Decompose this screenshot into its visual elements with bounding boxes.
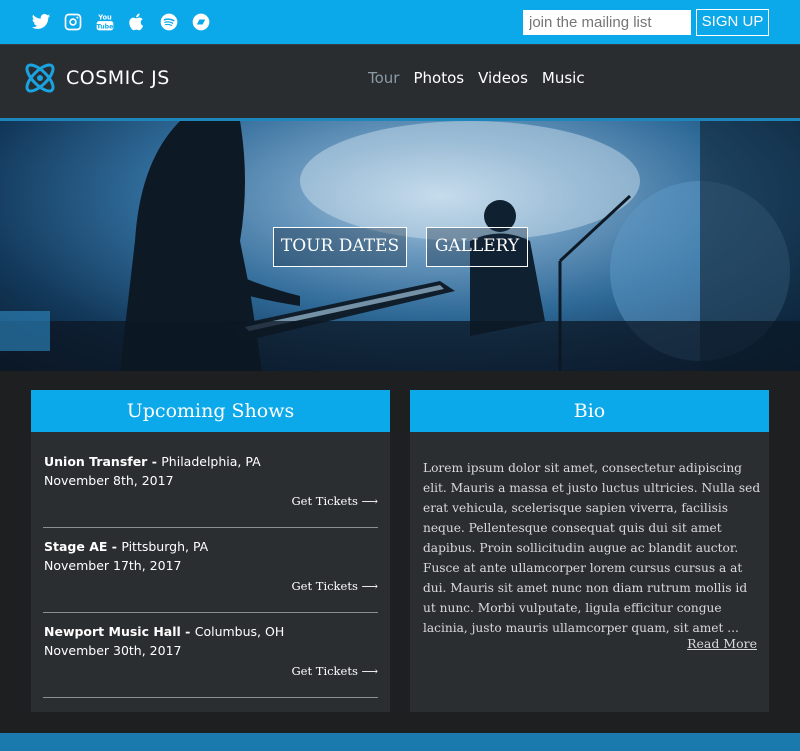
nav-item-photos[interactable]: Photos: [413, 69, 464, 87]
brand-logo[interactable]: COSMIC JS: [20, 58, 170, 98]
show-venue: Newport Music Hall - Columbus, OH: [44, 624, 284, 639]
venue-city: Philadelphia, PA: [161, 454, 261, 469]
show-item: Union Transfer - Philadelphia, PA Novemb…: [43, 454, 378, 528]
venue-separator: -: [147, 454, 162, 469]
venue-name: Union Transfer: [44, 454, 148, 469]
svg-text:Tube: Tube: [97, 24, 114, 31]
tour-dates-button[interactable]: TOUR DATES: [273, 227, 407, 267]
venue-separator: -: [180, 624, 195, 639]
read-more-link[interactable]: Read More: [687, 636, 757, 651]
get-tickets-link[interactable]: Get Tickets ⟶: [292, 494, 379, 508]
nav-item-tour[interactable]: Tour: [368, 69, 399, 87]
venue-name: Stage AE: [44, 539, 108, 554]
show-date: November 17th, 2017: [44, 558, 182, 573]
nav-menu: Tour Photos Videos Music: [368, 69, 585, 87]
mailing-list-input[interactable]: [523, 10, 691, 35]
get-tickets-link[interactable]: Get Tickets ⟶: [292, 664, 379, 678]
show-venue: Union Transfer - Philadelphia, PA: [44, 454, 261, 469]
footer-bar: [0, 733, 800, 751]
hero-banner: TOUR DATES GALLERY: [0, 121, 800, 371]
social-links: You Tube: [30, 11, 212, 33]
spotify-icon[interactable]: [158, 11, 180, 33]
show-date: November 8th, 2017: [44, 473, 174, 488]
upcoming-shows-panel: Upcoming Shows Union Transfer - Philadel…: [31, 390, 390, 712]
upcoming-shows-title: Upcoming Shows: [31, 390, 390, 432]
show-venue: Stage AE - Pittsburgh, PA: [44, 539, 208, 554]
bandsintown-icon[interactable]: [190, 11, 212, 33]
venue-city: Columbus, OH: [194, 624, 285, 639]
get-tickets-link[interactable]: Get Tickets ⟶: [292, 579, 379, 593]
top-bar: You Tube SIGN UP: [0, 0, 800, 44]
youtube-icon[interactable]: You Tube: [94, 11, 116, 33]
nav-item-videos[interactable]: Videos: [478, 69, 528, 87]
gallery-button[interactable]: GALLERY: [426, 227, 528, 267]
bio-text: Lorem ipsum dolor sit amet, consectetur …: [423, 461, 761, 635]
bio-title: Bio: [410, 390, 769, 432]
show-item: Stage AE - Pittsburgh, PA November 17th,…: [43, 539, 378, 613]
nav-item-music[interactable]: Music: [542, 69, 585, 87]
show-date: November 30th, 2017: [44, 643, 182, 658]
venue-name: Newport Music Hall: [44, 624, 181, 639]
brand-name: COSMIC JS: [66, 67, 170, 89]
twitter-icon[interactable]: [30, 11, 52, 33]
venue-separator: -: [107, 539, 122, 554]
venue-city: Pittsburgh, PA: [121, 539, 209, 554]
cosmic-logo-icon: [25, 63, 55, 93]
svg-text:You: You: [97, 14, 112, 22]
sign-up-button[interactable]: SIGN UP: [696, 9, 769, 36]
instagram-icon[interactable]: [62, 11, 84, 33]
main-nav: COSMIC JS Tour Photos Videos Music: [0, 44, 800, 118]
apple-icon[interactable]: [126, 11, 148, 33]
bio-panel: Bio Lorem ipsum dolor sit amet, consecte…: [410, 390, 769, 712]
show-item: Newport Music Hall - Columbus, OH Novemb…: [43, 624, 378, 698]
